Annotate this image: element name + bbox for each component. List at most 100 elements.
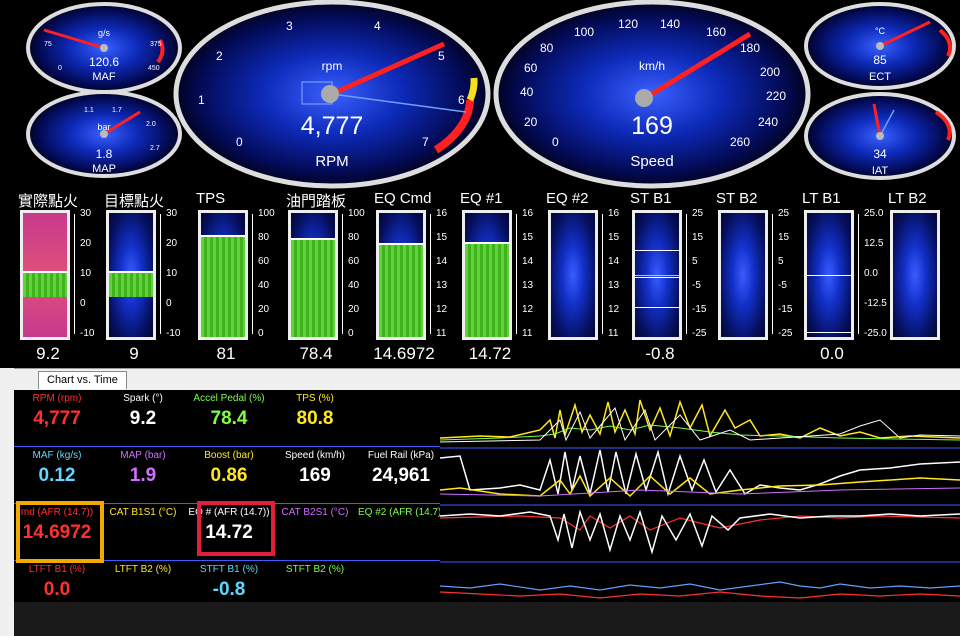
- bar-scale: 30 20 10 0 -10: [160, 209, 190, 339]
- bar-scale-tick: 30: [80, 208, 92, 219]
- maf-tick: 375: [150, 41, 162, 48]
- value-cell-label: STFT B1 (%): [199, 564, 259, 575]
- value-cell[interactable]: Boost (bar) 0.86: [186, 447, 272, 499]
- value-cell-label: CAT B2S1 (°C): [281, 507, 349, 518]
- bar-fill: [201, 234, 245, 337]
- map-unit: bar: [97, 122, 110, 132]
- ect-unit: °C: [875, 26, 886, 36]
- value-cell[interactable]: Accel Pedal (%) 78.4: [186, 390, 272, 442]
- bar-marker-line: [635, 307, 679, 309]
- bar-value: 9.2: [36, 344, 60, 363]
- gauges-svg: g/s 120.6 MAF 75 375 0 450 bar 1.8 MAP 1…: [26, 0, 956, 189]
- bar-title: 實際點火: [18, 193, 79, 210]
- rpm-tick: 7: [422, 135, 429, 149]
- value-cell[interactable]: CAT B2S1 (°C): [272, 504, 358, 556]
- bar-scale-tick: 60: [258, 256, 270, 267]
- value-cell-label: MAF (kg/s): [32, 450, 82, 461]
- window-left-edge: [0, 368, 15, 636]
- bar-scale-tick: 60: [348, 256, 360, 267]
- maf-value: 120.6: [89, 55, 119, 69]
- bar-title: LT B1: [802, 190, 841, 207]
- rpm-label: RPM: [315, 153, 348, 170]
- bar-title: ST B2: [716, 190, 758, 207]
- bar-fill: [379, 243, 423, 337]
- bar-marker-line: [807, 332, 851, 334]
- value-cell-value: 24,961: [371, 465, 431, 486]
- bar-scale-tick: -5: [778, 280, 787, 291]
- bar-scale-tick: 5: [692, 256, 698, 267]
- bar-scale-tick: 15: [608, 232, 620, 243]
- bar-scale-tick: -15: [778, 304, 793, 315]
- value-cell[interactable]: Fuel Rail (kPa) 24,961: [358, 447, 444, 499]
- value-cell-value: 0.86: [210, 465, 248, 486]
- maf-tick: 0: [58, 65, 62, 72]
- value-cell-value: -0.8: [212, 579, 246, 600]
- value-cell[interactable]: TPS (%) 80.8: [272, 390, 358, 442]
- speed-tick: 100: [574, 25, 594, 39]
- bar-scale-tick: 12: [436, 304, 448, 315]
- bar-scale-tick: -10: [166, 328, 181, 339]
- value-cell[interactable]: MAP (bar) 1.9: [100, 447, 186, 499]
- value-cell-label: Accel Pedal (%): [193, 393, 265, 404]
- maf-gauge: g/s 120.6 MAF 75 375 0 450: [26, 2, 182, 94]
- highlight-box-orange: [16, 501, 104, 563]
- bar-scale-tick: -25: [778, 328, 793, 339]
- bar-scale-tick: 15: [692, 232, 704, 243]
- bar-title: 目標點火: [104, 193, 165, 210]
- map-value: 1.8: [96, 147, 113, 161]
- bar-scale-tick: 13: [436, 280, 448, 291]
- bar-scale-tick: 80: [348, 232, 360, 243]
- value-cell-value: 4,777: [33, 408, 81, 429]
- map-tick: 2.7: [150, 145, 160, 152]
- rpm-tick: 1: [198, 93, 205, 107]
- value-cell-value: 0.12: [38, 465, 76, 486]
- rpm-value: 4,777: [301, 112, 364, 140]
- value-cell-value: 9.2: [129, 408, 157, 429]
- bar-frame: [106, 210, 156, 340]
- map-tick: 2.0: [146, 121, 156, 128]
- time-chart[interactable]: [439, 390, 960, 602]
- bar-scale-tick: 100: [348, 208, 365, 219]
- rpm-tick: 3: [286, 19, 293, 33]
- bar-scale-tick: 80: [258, 232, 270, 243]
- value-cell[interactable]: CAT B1S1 (°C): [100, 504, 186, 556]
- value-cell-label: STFT B2 (%): [285, 564, 345, 575]
- iat-label: IAT: [872, 165, 889, 177]
- bar-scale-tick: 20: [348, 304, 360, 315]
- speed-tick: 260: [730, 135, 750, 149]
- bar-marker-line: [635, 277, 679, 279]
- value-cell-value: 78.4: [210, 408, 248, 429]
- bar-scale-tick: 11: [436, 328, 447, 339]
- value-cell[interactable]: EQ #2 (AFR (14.7)): [358, 504, 445, 556]
- highlight-box-red: [197, 501, 275, 556]
- tab-chart-vs-time[interactable]: Chart vs. Time: [38, 371, 127, 389]
- value-cell[interactable]: Speed (km/h) 169: [272, 447, 358, 499]
- value-cell-label: Fuel Rail (kPa): [367, 450, 435, 461]
- ect-gauge: °C 85 ECT: [804, 2, 956, 90]
- value-cell[interactable]: Spark (°) 9.2: [100, 390, 186, 442]
- bar-scale-tick: -12.5: [864, 298, 887, 309]
- bar-frame: [376, 210, 426, 340]
- value-cell[interactable]: MAF (kg/s) 0.12: [14, 447, 100, 499]
- value-cell[interactable]: RPM (rpm) 4,777: [14, 390, 100, 442]
- speed-label: Speed: [630, 153, 673, 170]
- value-cell-value: 169: [299, 465, 331, 486]
- bar-value: 14.6972: [373, 344, 435, 363]
- bar-value: -0.8: [645, 344, 675, 363]
- speed-tick: 80: [540, 41, 554, 55]
- value-cell-value: 1.9: [129, 465, 157, 486]
- speed-tick: 120: [618, 17, 638, 31]
- bar-frame: [198, 210, 248, 340]
- bar-scale-tick: -25.0: [864, 328, 887, 339]
- bar-frame: [632, 210, 682, 340]
- bar-frame: [462, 210, 512, 340]
- bar-title: EQ Cmd: [374, 190, 432, 207]
- speed-tick: 160: [706, 25, 726, 39]
- speed-tick: 240: [758, 115, 778, 129]
- bar-scale-tick: 20: [258, 304, 270, 315]
- speed-tick: 60: [524, 61, 538, 75]
- bar-title: LT B2: [888, 190, 927, 207]
- bar-scale-tick: 12: [608, 304, 620, 315]
- bar-scale: 25 15 5 -5 -15 -25: [686, 209, 716, 339]
- bar-value: 81: [216, 344, 236, 363]
